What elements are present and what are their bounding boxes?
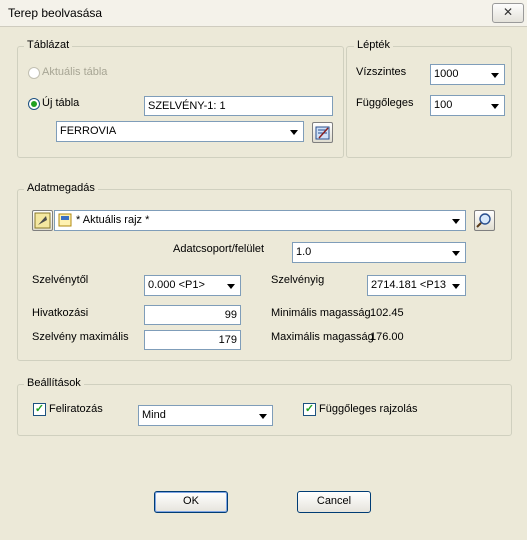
close-icon: ✕ bbox=[502, 5, 514, 19]
chevron-down-icon bbox=[448, 244, 463, 261]
style-select-value: FERROVIA bbox=[60, 125, 117, 137]
szelvenyig-label: Szelvényig bbox=[271, 274, 325, 286]
max-magassag-value: 176.00 bbox=[370, 331, 404, 343]
pick-drawing-button[interactable] bbox=[32, 210, 53, 231]
magnifier-icon bbox=[476, 213, 491, 228]
cancel-button[interactable]: Cancel bbox=[297, 491, 371, 513]
vizszintes-label: Vízszintes bbox=[356, 66, 407, 78]
szelvenyig-select[interactable]: 2714.181 <P13 bbox=[367, 275, 466, 296]
vizszintes-select-value: 1000 bbox=[434, 68, 459, 80]
style-select[interactable]: FERROVIA bbox=[56, 121, 304, 142]
fuggoleges-rajzolas-label: Függőleges rajzolás bbox=[319, 403, 418, 415]
chevron-down-icon bbox=[487, 66, 502, 83]
edit-style-button[interactable] bbox=[312, 122, 333, 143]
uj-tabla-input[interactable]: SZELVÉNY-1: 1 bbox=[144, 96, 333, 116]
rajz-select-value: * Aktuális rajz * bbox=[76, 214, 150, 226]
edit-style-icon bbox=[315, 126, 330, 140]
mind-select-value: Mind bbox=[142, 409, 166, 421]
pick-icon bbox=[34, 212, 51, 229]
drawing-icon bbox=[58, 213, 72, 227]
szelvenyig-select-value: 2714.181 <P13 bbox=[371, 279, 446, 291]
feliratozas-checkbox[interactable]: ✓ bbox=[33, 403, 46, 416]
chevron-down-icon bbox=[223, 277, 238, 294]
fuggoleges-select[interactable]: 100 bbox=[430, 95, 505, 116]
browse-button[interactable] bbox=[474, 210, 495, 231]
aktualis-tabla-radio[interactable] bbox=[28, 67, 40, 79]
chevron-down-icon bbox=[487, 97, 502, 114]
title-bar: Terep beolvasása ✕ bbox=[0, 0, 527, 27]
szelvenytol-select[interactable]: 0.000 <P1> bbox=[144, 275, 241, 296]
aktualis-tabla-label: Aktuális tábla bbox=[42, 66, 108, 78]
szelvenytol-label: Szelvénytől bbox=[32, 274, 89, 286]
chevron-down-icon bbox=[286, 123, 301, 140]
adatcsoport-select-value: 1.0 bbox=[296, 246, 312, 258]
uj-tabla-label: Új tábla bbox=[42, 97, 80, 109]
beallitasok-legend: Beállítások bbox=[24, 377, 84, 389]
szelvenytol-select-value: 0.000 <P1> bbox=[148, 279, 205, 291]
mind-select[interactable]: Mind bbox=[138, 405, 273, 426]
adatmegadas-legend: Adatmegadás bbox=[24, 182, 98, 194]
close-button[interactable]: ✕ bbox=[492, 3, 524, 23]
ok-button[interactable]: OK bbox=[154, 491, 228, 513]
adatcsoport-label: Adatcsoport/felület bbox=[173, 243, 265, 255]
uj-tabla-radio[interactable] bbox=[28, 98, 40, 110]
rajz-select[interactable]: * Aktuális rajz * bbox=[54, 210, 466, 231]
szelveny-max-input[interactable]: 179 bbox=[144, 330, 241, 350]
fuggoleges-select-value: 100 bbox=[434, 99, 453, 111]
fuggoleges-label: Függőleges bbox=[356, 97, 414, 109]
chevron-down-icon bbox=[255, 407, 270, 424]
vizszintes-select[interactable]: 1000 bbox=[430, 64, 505, 85]
min-magassag-value: 102.45 bbox=[370, 307, 404, 319]
hivatkozasi-label: Hivatkozási bbox=[32, 307, 89, 319]
leptek-legend: Lépték bbox=[354, 39, 394, 51]
fuggoleges-rajzolas-checkbox[interactable]: ✓ bbox=[303, 403, 316, 416]
window-title: Terep beolvasása bbox=[8, 6, 103, 20]
min-magassag-label: Minimális magasság bbox=[271, 307, 371, 319]
tablazat-legend: Táblázat bbox=[24, 39, 73, 51]
hivatkozasi-input[interactable]: 99 bbox=[144, 305, 241, 325]
adatcsoport-select[interactable]: 1.0 bbox=[292, 242, 466, 263]
max-magassag-label: Maximális magasság bbox=[271, 331, 374, 343]
szelveny-max-label: Szelvény maximális bbox=[32, 331, 129, 343]
chevron-down-icon bbox=[448, 277, 463, 294]
chevron-down-icon bbox=[448, 212, 463, 229]
feliratozas-label: Feliratozás bbox=[49, 403, 103, 415]
